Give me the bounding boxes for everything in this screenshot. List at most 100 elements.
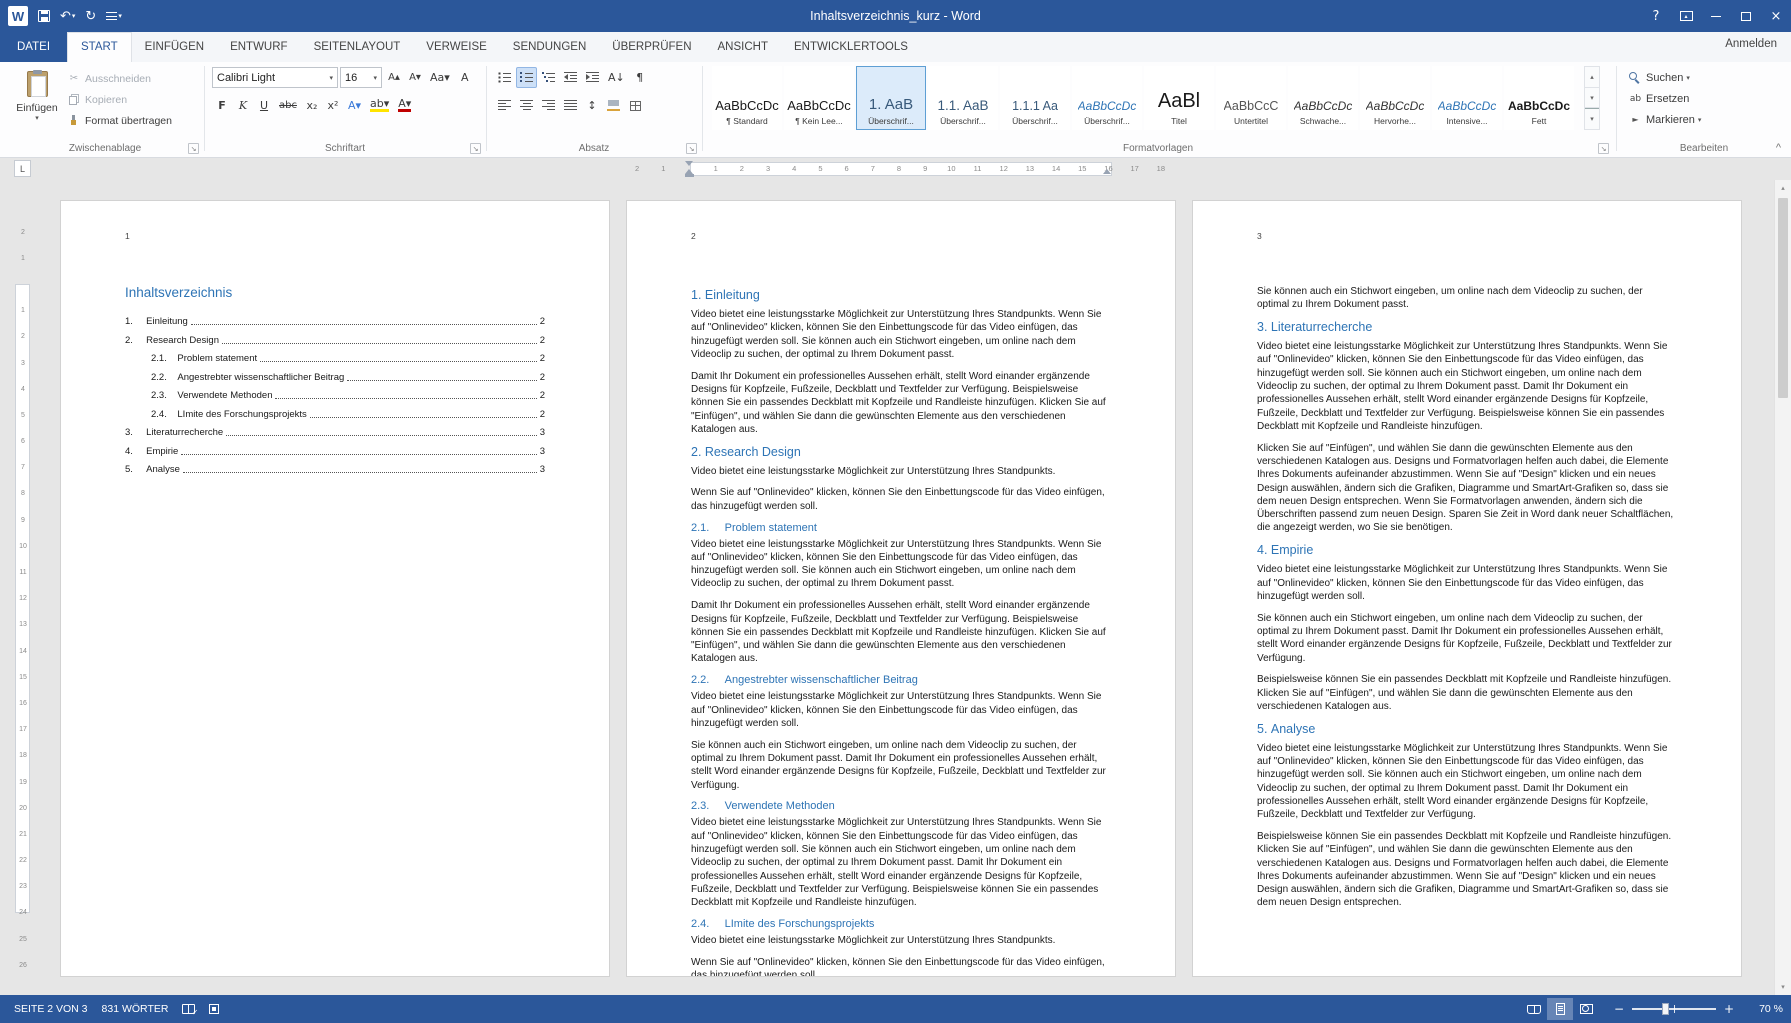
font-family-select[interactable]: Calibri Light ▾ (212, 67, 338, 88)
tab-ueberpruefen[interactable]: ÜBERPRÜFEN (599, 32, 704, 62)
paragraph[interactable]: Sie können auch ein Stichwort eingeben, … (691, 739, 1111, 792)
macro-recording-button[interactable] (209, 1004, 219, 1014)
paragraph[interactable]: Video bietet eine leistungsstarke Möglic… (691, 465, 1111, 478)
collapse-ribbon-button[interactable]: ^ (1776, 142, 1781, 154)
undo-button[interactable]: ↶▾ (60, 9, 75, 24)
borders-button[interactable] (625, 95, 645, 116)
paragraph[interactable]: Klicken Sie auf "Einfügen", und wählen S… (1257, 442, 1677, 535)
sort-button[interactable]: A↓ (604, 67, 629, 88)
dialog-launcher-icon[interactable]: ↘ (470, 143, 481, 154)
word-count[interactable]: 831 WÖRTER (102, 1003, 169, 1015)
replace-button[interactable]: ab Ersetzen (1628, 88, 1701, 109)
toc-entry-empirie[interactable]: 4. Empirie 3 (125, 446, 545, 457)
strikethrough-button[interactable]: abc (275, 95, 301, 116)
align-left-button[interactable] (494, 95, 515, 116)
paragraph[interactable]: 2.1. Problem statement (691, 522, 1111, 534)
scroll-down-button[interactable]: ▾ (1775, 979, 1791, 995)
paragraph[interactable]: 3. Literaturrecherche (1257, 320, 1677, 334)
paragraph[interactable]: 5. Analyse (1257, 722, 1677, 736)
paragraph[interactable]: Beispielsweise können Sie ein passendes … (1257, 673, 1677, 713)
paragraph[interactable]: Video bietet eine leistungsstarke Möglic… (691, 934, 1111, 947)
ribbon-display-options-button[interactable]: ▴ (1671, 0, 1701, 32)
multilevel-list-button[interactable] (538, 67, 559, 88)
text-effects-button[interactable]: A▾ (344, 95, 365, 116)
find-button[interactable]: Suchen ▾ (1628, 67, 1701, 88)
style-ueberschrift-1[interactable]: 1. AaB Überschrif... (856, 66, 926, 130)
scroll-up-button[interactable]: ▴ (1775, 180, 1791, 196)
change-case-button[interactable]: Aa▾ (426, 67, 454, 88)
highlight-button[interactable]: ab▾ (366, 95, 393, 116)
zoom-level[interactable]: 70 % (1743, 1003, 1783, 1015)
toc-entry-beitrag[interactable]: 2.2. Angestrebter wissenschaftlicher Bei… (125, 372, 545, 383)
gallery-scroll-up-button[interactable]: ▴ (1585, 67, 1599, 88)
font-size-select[interactable]: 16 ▾ (340, 67, 382, 88)
toc-entry-research-design[interactable]: 2. Research Design 2 (125, 335, 545, 346)
align-right-button[interactable] (538, 95, 559, 116)
tab-sendungen[interactable]: SENDUNGEN (500, 32, 599, 62)
tab-einfuegen[interactable]: EINFÜGEN (132, 32, 217, 62)
tab-verweise[interactable]: VERWEISE (413, 32, 500, 62)
paragraph[interactable]: 2.4. LImite des Forschungsprojekts (691, 918, 1111, 930)
page-indicator[interactable]: SEITE 2 VON 3 (14, 1003, 88, 1015)
redo-button[interactable]: ↻ (85, 9, 96, 24)
close-button[interactable]: × (1761, 0, 1791, 32)
dialog-launcher-icon[interactable]: ↘ (686, 143, 697, 154)
toc-entry-problem-statement[interactable]: 2.1. Problem statement 2 (125, 353, 545, 364)
tab-start[interactable]: START (67, 32, 132, 62)
tab-entwicklertools[interactable]: ENTWICKLERTOOLS (781, 32, 921, 62)
style-kein-leerraum[interactable]: AaBbCcDc ¶ Kein Lee... (784, 66, 854, 130)
tab-entwurf[interactable]: ENTWURF (217, 32, 301, 62)
paragraph[interactable]: 2.2. Angestrebter wissenschaftlicher Bei… (691, 674, 1111, 686)
paragraph[interactable]: 1. Einleitung (691, 288, 1111, 302)
style-hervorhebung[interactable]: AaBbCcDc Hervorhe... (1360, 66, 1430, 130)
style-intensive-hervorhebung[interactable]: AaBbCcDc Intensive... (1432, 66, 1502, 130)
print-layout-button[interactable] (1547, 998, 1573, 1020)
justify-button[interactable] (560, 95, 581, 116)
paste-button[interactable]: Einfügen ▾ (12, 66, 62, 132)
paragraph[interactable]: Sie können auch ein Stichwort eingeben, … (1257, 612, 1677, 665)
zoom-slider[interactable] (1632, 1008, 1716, 1010)
read-mode-button[interactable] (1521, 998, 1547, 1020)
show-marks-button[interactable]: ¶ (630, 67, 650, 88)
paragraph[interactable]: Video bietet eine leistungsstarke Möglic… (691, 816, 1111, 909)
paragraph[interactable]: 2. Research Design (691, 445, 1111, 459)
increase-indent-button[interactable] (582, 67, 603, 88)
toc-entry-einleitung[interactable]: 1. Einleitung 2 (125, 316, 545, 327)
subscript-button[interactable]: x₂ (302, 95, 322, 116)
dialog-launcher-icon[interactable]: ↘ (1598, 143, 1609, 154)
paragraph[interactable]: Video bietet eine leistungsstarke Möglic… (1257, 563, 1677, 603)
shading-button[interactable] (603, 95, 624, 116)
document-area[interactable]: 2112345678910111213141516171819202122232… (0, 180, 1791, 995)
paragraph[interactable]: 2.3. Verwendete Methoden (691, 800, 1111, 812)
proofing-status[interactable]: ✓ (182, 1004, 195, 1014)
underline-button[interactable]: U (254, 95, 274, 116)
right-indent-marker[interactable] (1103, 169, 1111, 174)
save-button[interactable] (38, 10, 50, 22)
tab-datei[interactable]: DATEI (0, 32, 67, 62)
superscript-button[interactable]: x² (323, 95, 343, 116)
paragraph[interactable]: Damit Ihr Dokument ein professionelles A… (691, 370, 1111, 436)
first-line-indent-marker[interactable] (685, 161, 693, 166)
restore-button[interactable] (1731, 0, 1761, 32)
scrollbar-thumb[interactable] (1778, 198, 1788, 398)
clear-formatting-button[interactable]: A (455, 67, 475, 88)
paragraph[interactable]: Beispielsweise können Sie ein passendes … (1257, 830, 1677, 910)
style-ueberschrift-2[interactable]: 1.1. AaB Überschrif... (928, 66, 998, 130)
customize-quick-access-button[interactable]: ▾ (106, 12, 122, 20)
paragraph[interactable]: Wenn Sie auf "Onlinevideo" klicken, könn… (691, 486, 1111, 513)
zoom-in-button[interactable]: + (1721, 1002, 1737, 1016)
toc-title[interactable]: Inhaltsverzeichnis (125, 285, 545, 300)
style-ueberschrift-3[interactable]: 1.1.1 Aa Überschrif... (1000, 66, 1070, 130)
style-standard[interactable]: AaBbCcDc ¶ Standard (712, 66, 782, 130)
decrease-indent-button[interactable] (560, 67, 581, 88)
web-layout-button[interactable] (1573, 998, 1599, 1020)
style-fett[interactable]: AaBbCcDc Fett (1504, 66, 1574, 130)
paragraph[interactable]: Video bietet eine leistungsstarke Möglic… (1257, 742, 1677, 822)
paragraph[interactable]: Wenn Sie auf "Onlinevideo" klicken, könn… (691, 956, 1111, 977)
copy-button[interactable]: Kopieren (66, 89, 172, 110)
vertical-scrollbar[interactable]: ▴ ▾ (1774, 180, 1791, 995)
font-color-button[interactable]: A▾ (394, 95, 415, 116)
help-button[interactable]: ? (1641, 0, 1671, 32)
style-schwache-hervorhebung[interactable]: AaBbCcDc Schwache... (1288, 66, 1358, 130)
align-center-button[interactable] (516, 95, 537, 116)
